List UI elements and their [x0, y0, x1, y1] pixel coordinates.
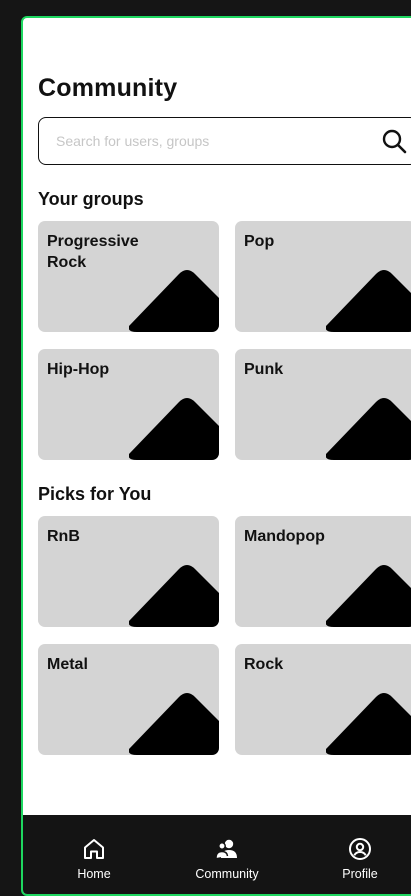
group-artwork-icon [326, 270, 411, 332]
group-artwork-icon [129, 398, 219, 460]
nav-community-label: Community [195, 867, 259, 881]
group-card-progressive-rock[interactable]: Progressive Rock [38, 221, 219, 332]
group-card-label: Pop [244, 233, 275, 250]
pick-card-label: Metal [47, 656, 88, 673]
group-artwork-icon [129, 693, 219, 755]
pick-card-mandopop[interactable]: Mandopop [235, 516, 411, 627]
group-card-hip-hop[interactable]: Hip-Hop [38, 349, 219, 460]
group-card-punk[interactable]: Punk [235, 349, 411, 460]
pick-card-rock[interactable]: Rock [235, 644, 411, 755]
search-bar[interactable] [38, 117, 411, 165]
group-artwork-icon [129, 270, 219, 332]
search-input[interactable] [54, 132, 358, 150]
search-icon[interactable] [381, 128, 407, 154]
picks-heading: Picks for You [38, 484, 152, 504]
nav-profile-label: Profile [342, 867, 378, 881]
pick-card-metal[interactable]: Metal [38, 644, 219, 755]
page-title: Community [38, 74, 178, 102]
group-artwork-icon [326, 398, 411, 460]
group-artwork-icon [326, 693, 411, 755]
community-icon [215, 839, 237, 859]
group-artwork-icon [326, 565, 411, 627]
pick-card-label: Mandopop [244, 528, 325, 545]
group-artwork-icon [129, 565, 219, 627]
nav-home-label: Home [77, 867, 111, 881]
bottom-nav: Home Community Profile [23, 815, 411, 894]
your-groups-heading: Your groups [38, 189, 144, 209]
group-card-pop[interactable]: Pop [235, 221, 411, 332]
pick-card-label: RnB [47, 528, 80, 545]
group-card-label: Punk [244, 361, 284, 378]
pick-card-label: Rock [244, 656, 284, 673]
app-frame: Community Your groups Progressive Rock P… [21, 16, 411, 896]
nav-community[interactable]: Community [182, 837, 272, 881]
group-card-label: Hip-Hop [47, 361, 110, 378]
nav-home[interactable]: Home [49, 837, 139, 881]
profile-icon [349, 838, 371, 860]
home-icon [84, 839, 104, 859]
nav-profile[interactable]: Profile [315, 837, 405, 881]
pick-card-rnb[interactable]: RnB [38, 516, 219, 627]
